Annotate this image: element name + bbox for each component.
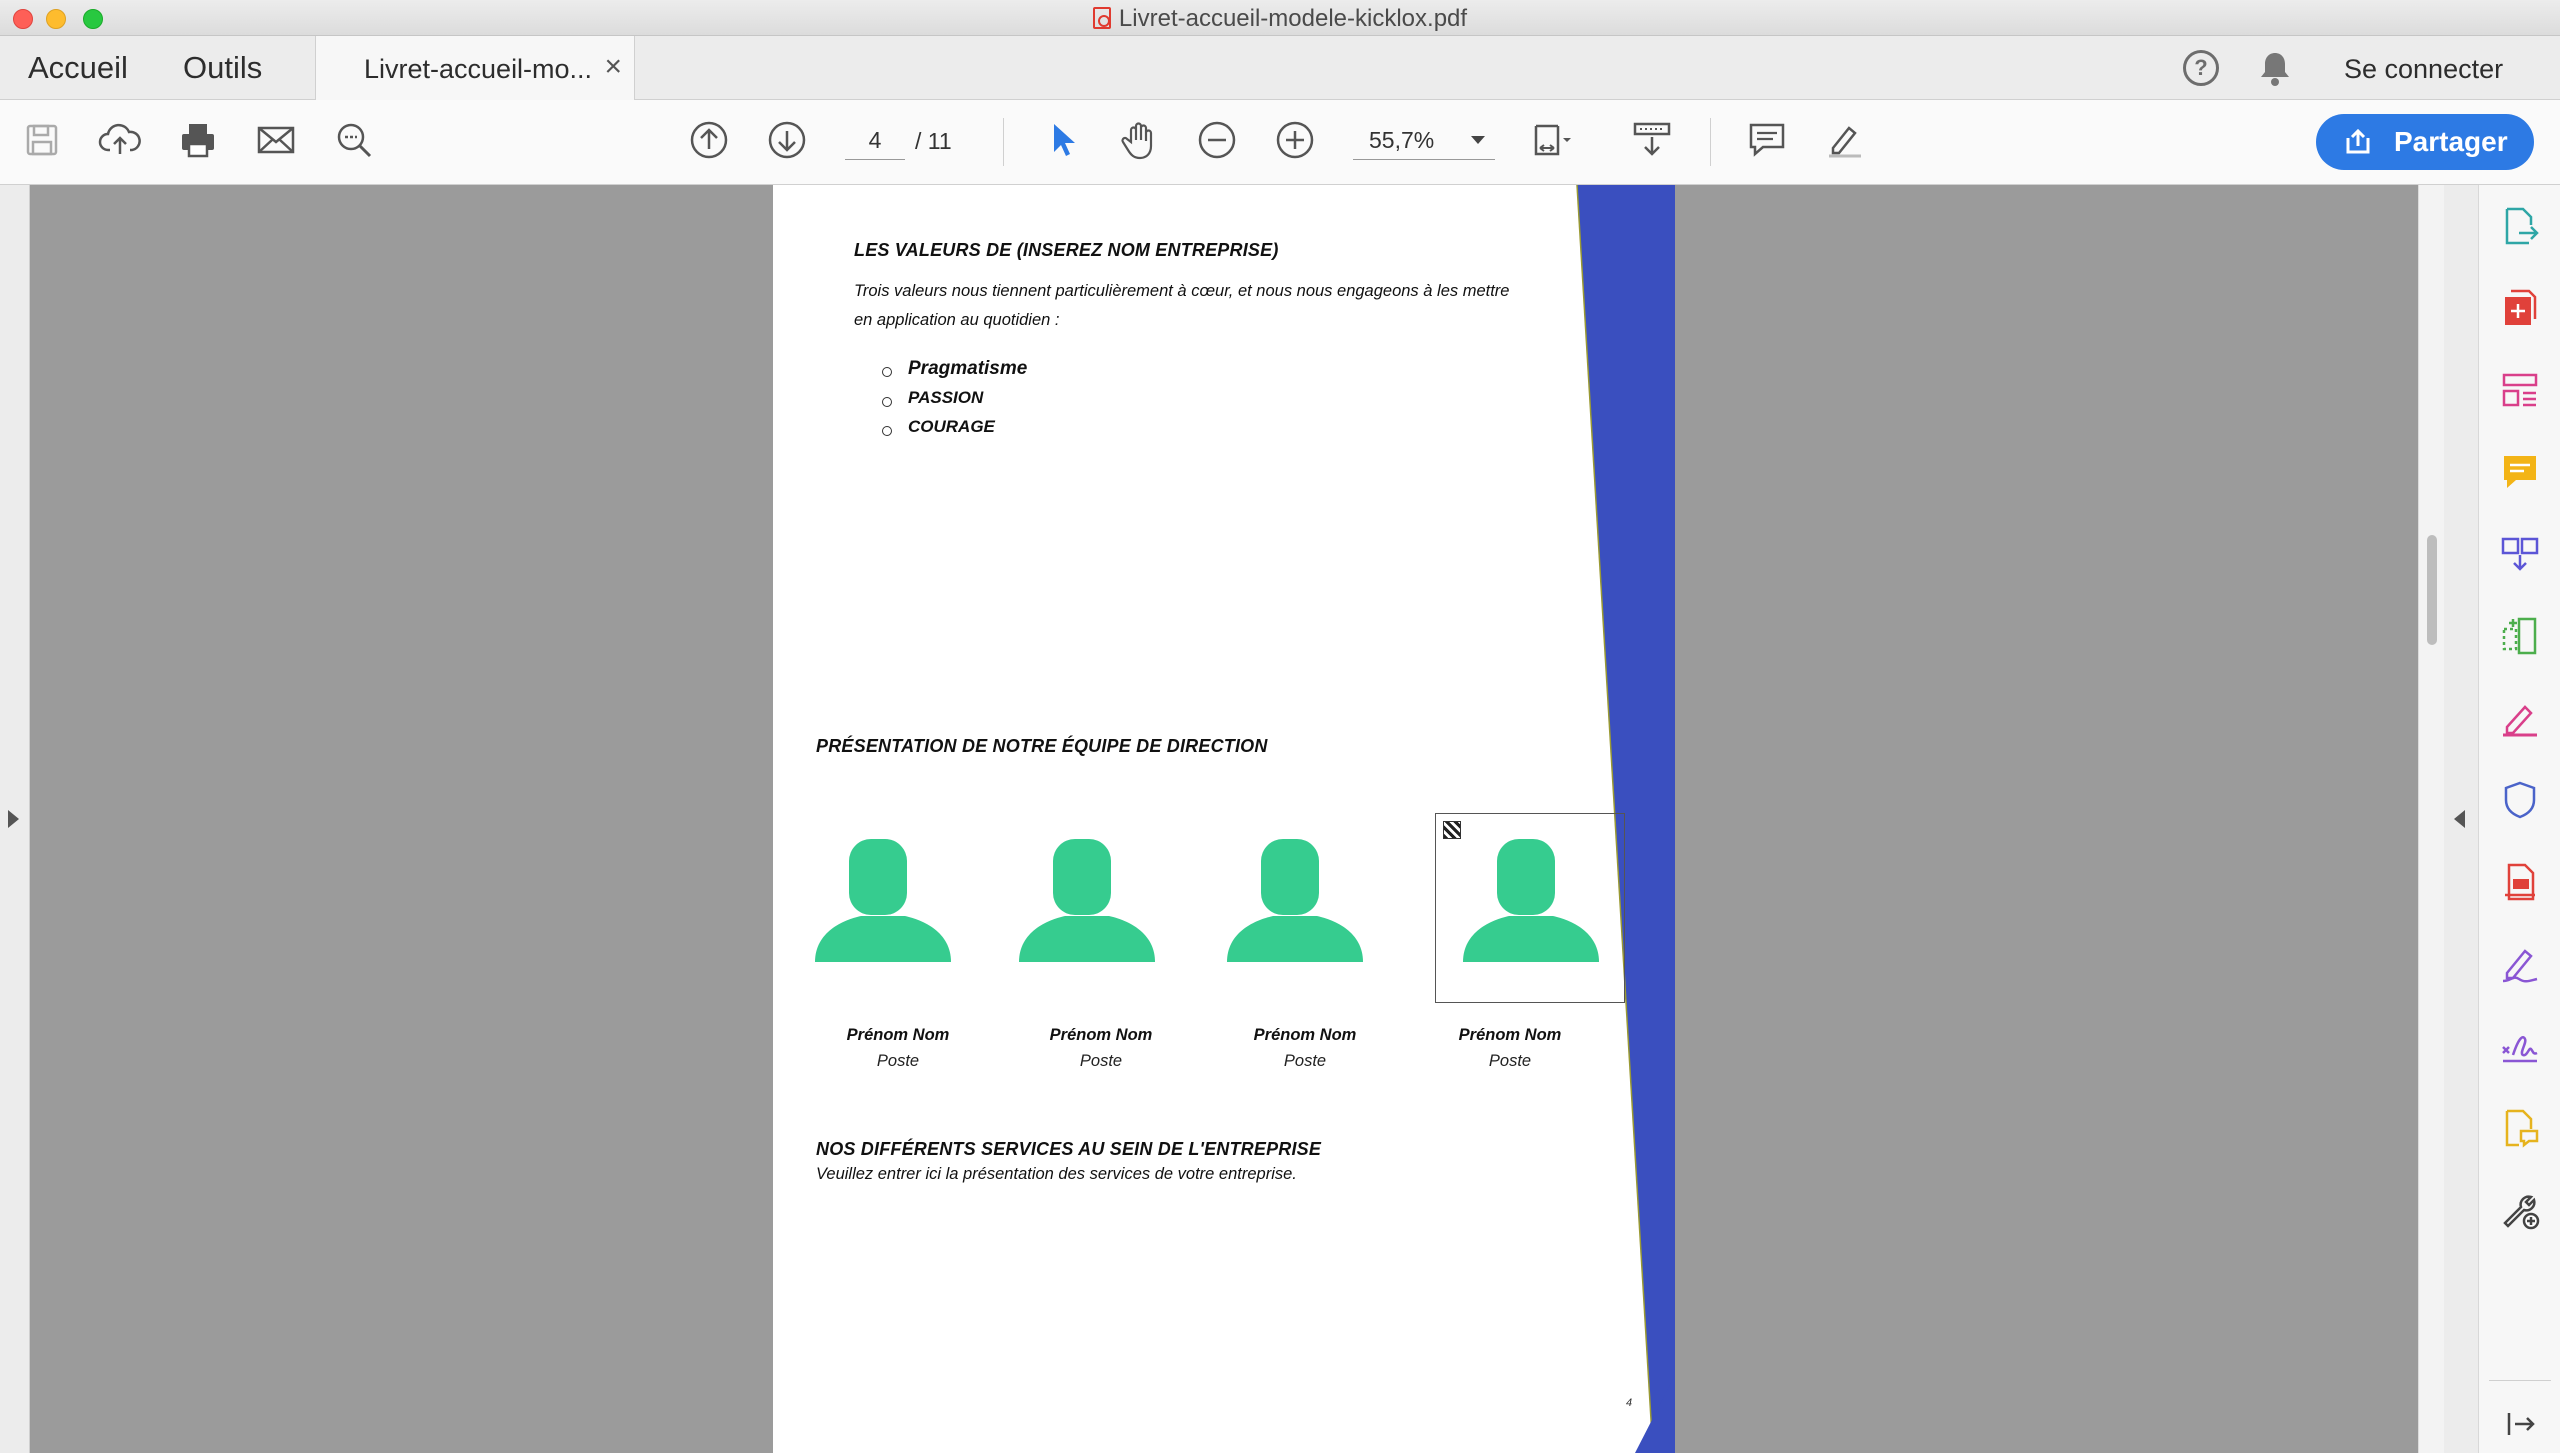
services-text: Veuillez entrer ici la présentation des … xyxy=(816,1165,1297,1183)
services-heading: NOS DIFFÉRENTS SERVICES AU SEIN DE L'ENT… xyxy=(816,1139,1322,1159)
previous-page-icon[interactable] xyxy=(687,118,731,162)
expand-left-panel-icon xyxy=(8,810,19,828)
pdf-page: LES VALEURS DE (INSEREZ NOM ENTREPRISE) … xyxy=(773,185,1675,1453)
export-pdf-icon[interactable] xyxy=(2499,205,2541,247)
scrollbar-thumb[interactable] xyxy=(2427,535,2437,645)
team-member-role: Poste xyxy=(1488,1052,1532,1070)
value-item: COURAGE xyxy=(882,417,995,436)
signin-link[interactable]: Se connecter xyxy=(2344,54,2503,85)
edit-pdf-icon[interactable] xyxy=(2499,697,2541,739)
team-member-role: Poste xyxy=(1079,1052,1123,1070)
request-signature-icon[interactable] xyxy=(2499,1025,2541,1067)
help-icon[interactable]: ? xyxy=(2183,50,2219,86)
fill-sign-icon[interactable] xyxy=(2499,943,2541,985)
window-title: Livret-accueil-modele-kicklox.pdf xyxy=(0,5,2560,33)
toolbar-divider xyxy=(1003,118,1004,166)
send-for-comments-icon[interactable] xyxy=(2499,1107,2541,1149)
document-tab-label: Livret-accueil-mo... xyxy=(364,54,593,84)
notification-bell-icon[interactable] xyxy=(2258,50,2292,88)
team-member-name: Prénom Nom xyxy=(1049,1026,1153,1044)
comment-tool-icon[interactable] xyxy=(2499,451,2541,493)
team-member-avatar xyxy=(1461,837,1601,977)
prepare-form-icon[interactable] xyxy=(2499,861,2541,903)
team-member-name: Prénom Nom xyxy=(1253,1026,1357,1044)
title-bar: Livret-accueil-modele-kicklox.pdf xyxy=(0,0,2560,36)
tools-panel-divider xyxy=(2489,1380,2551,1381)
mail-icon[interactable] xyxy=(254,118,298,162)
tab-close-icon[interactable]: × xyxy=(604,50,622,84)
collapse-panel-icon[interactable] xyxy=(2499,1403,2541,1445)
protect-icon[interactable] xyxy=(2499,779,2541,821)
highlight-icon[interactable] xyxy=(1823,118,1867,162)
team-member-avatar xyxy=(1017,837,1157,977)
values-intro-line2: en application au quotidien : xyxy=(854,311,1060,329)
pdf-file-icon xyxy=(1092,7,1111,29)
document-tab[interactable]: Livret-accueil-mo... × xyxy=(315,36,635,100)
page-number: 4 xyxy=(1626,1397,1633,1409)
share-icon xyxy=(2346,128,2370,154)
more-tools-icon[interactable] xyxy=(2499,1189,2541,1231)
chevron-down-icon xyxy=(1471,136,1485,144)
values-heading: LES VALEURS DE (INSEREZ NOM ENTREPRISE) xyxy=(854,240,1279,260)
organize-pages-icon[interactable] xyxy=(2499,369,2541,411)
select-cursor-icon[interactable] xyxy=(1040,118,1084,162)
zoom-level-select[interactable]: 55,7% xyxy=(1353,120,1495,160)
next-page-icon[interactable] xyxy=(765,118,809,162)
value-item: Pragmatisme xyxy=(881,358,1028,379)
create-pdf-icon[interactable] xyxy=(2499,287,2541,329)
team-heading: PRÉSENTATION DE NOTRE ÉQUIPE DE DIRECTIO… xyxy=(816,736,1268,756)
collapse-right-panel-icon xyxy=(2454,810,2465,828)
image-placeholder-icon xyxy=(1443,821,1461,839)
cloud-upload-icon[interactable] xyxy=(98,118,142,162)
nav-home[interactable]: Accueil xyxy=(28,50,128,86)
page-fit-icon[interactable] xyxy=(1530,118,1574,162)
right-panel-toggle[interactable] xyxy=(2444,185,2478,1453)
tools-panel xyxy=(2478,185,2560,1453)
zoom-level-value: 55,7% xyxy=(1369,127,1435,153)
team-member-avatar xyxy=(813,837,953,977)
share-button-label: Partager xyxy=(2394,126,2508,157)
comment-icon[interactable] xyxy=(1745,118,1789,162)
toolbar: 4 / 11 55,7% Partager xyxy=(0,100,2560,185)
save-icon[interactable] xyxy=(20,118,64,162)
team-member-name: Prénom Nom xyxy=(846,1026,950,1044)
app-window: Livret-accueil-modele-kicklox.pdf Accuei… xyxy=(0,0,2560,1453)
nav-tools[interactable]: Outils xyxy=(183,50,262,86)
hand-icon[interactable] xyxy=(1117,118,1161,162)
left-panel-toggle[interactable] xyxy=(0,185,30,1453)
search-zoom-icon[interactable] xyxy=(332,118,376,162)
values-intro-line1: Trois valeurs nous tiennent particulière… xyxy=(854,282,1510,300)
combine-files-icon[interactable] xyxy=(2499,533,2541,575)
zoom-out-icon[interactable] xyxy=(1195,118,1239,162)
page-number-input[interactable]: 4 xyxy=(845,120,905,160)
page-total: / 11 xyxy=(915,128,952,154)
team-member-role: Poste xyxy=(1283,1052,1327,1070)
compress-icon[interactable] xyxy=(2499,615,2541,657)
zoom-in-icon[interactable] xyxy=(1273,118,1317,162)
team-member-role: Poste xyxy=(876,1052,920,1070)
window-title-text: Livret-accueil-modele-kicklox.pdf xyxy=(1118,5,1468,32)
vertical-scrollbar[interactable] xyxy=(2418,185,2444,1453)
team-member-name: Prénom Nom xyxy=(1458,1026,1562,1044)
value-item: PASSION xyxy=(881,388,984,407)
print-icon[interactable] xyxy=(176,118,220,162)
team-member-avatar xyxy=(1225,837,1365,977)
tab-bar: Accueil Outils Livret-accueil-mo... × ? … xyxy=(0,36,2560,100)
toolbar-divider xyxy=(1710,118,1711,166)
scroll-mode-icon[interactable] xyxy=(1630,118,1674,162)
share-button[interactable]: Partager xyxy=(2316,114,2534,170)
